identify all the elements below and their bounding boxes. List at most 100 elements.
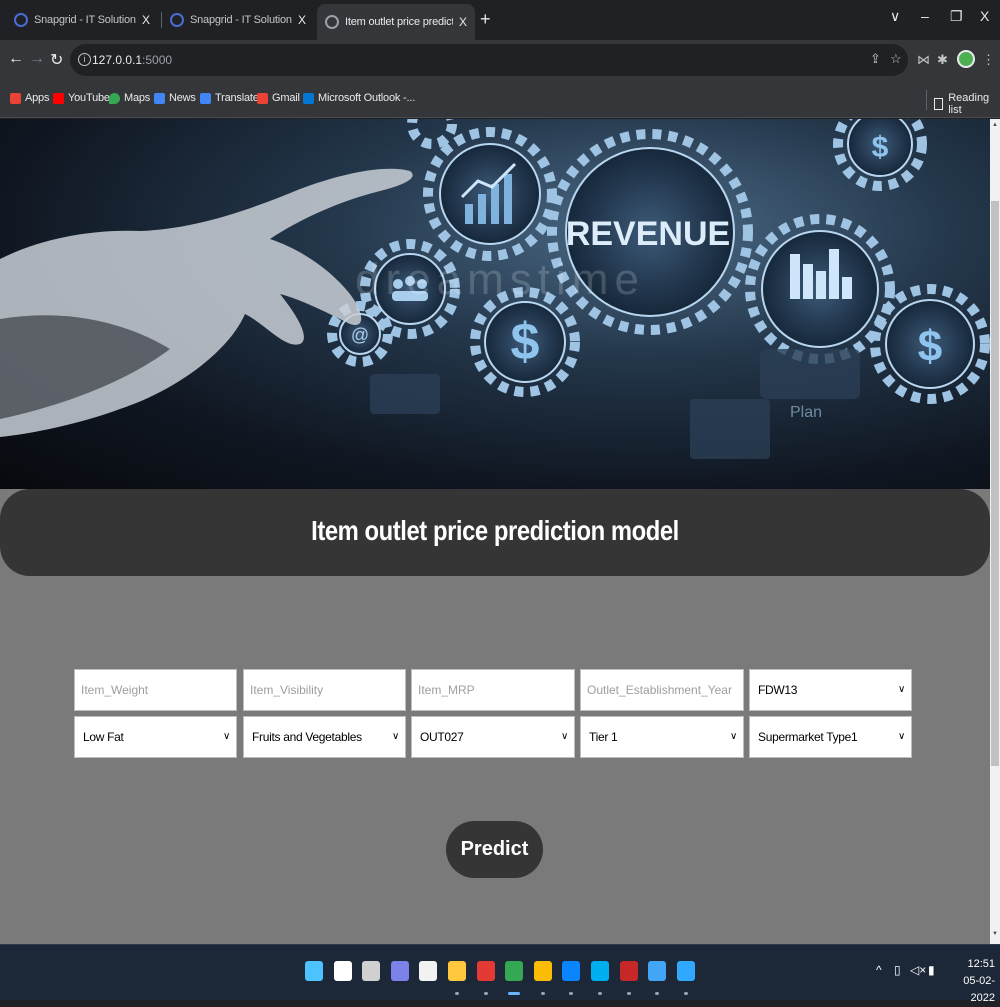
windows-start-icon[interactable] [305, 961, 323, 981]
svg-text:$: $ [918, 322, 942, 371]
file-explorer-icon[interactable] [448, 961, 466, 981]
select-value: Fruits and Vegetables [252, 730, 362, 744]
photoshop-icon[interactable] [677, 961, 695, 981]
reading-list-icon [934, 98, 944, 110]
store-icon[interactable] [419, 961, 437, 981]
extensions-puzzle-icon[interactable]: ✱ [937, 52, 948, 68]
item-mrp-field[interactable] [418, 670, 574, 710]
bookmark-star-icon[interactable]: ☆ [890, 51, 902, 67]
teams-chat-icon[interactable] [391, 961, 409, 981]
item-weight-input[interactable] [74, 669, 237, 711]
scroll-down-icon[interactable]: ▼ [992, 931, 998, 937]
search-icon[interactable] [334, 961, 352, 981]
revenue-label: REVENUE [566, 215, 730, 253]
tab-snapgrid-2[interactable]: Snapgrid - IT Solutions and Techno X [162, 6, 314, 34]
back-arrow-icon[interactable]: ← [8, 50, 24, 68]
volume-mute-icon[interactable]: ◁× [910, 963, 926, 977]
item-weight-field[interactable] [81, 670, 236, 710]
task-view-icon[interactable] [362, 961, 380, 981]
new-tab-button[interactable]: + [480, 9, 491, 30]
revenue-gears-illustration: $ $ $ @ REVENUE dreamstime Plan [0, 119, 990, 459]
item-visibility-field[interactable] [250, 670, 405, 710]
site-favicon-icon [170, 13, 184, 27]
restore-button[interactable]: ❐ [950, 8, 963, 25]
share-icon[interactable]: ⇪ [870, 51, 881, 67]
item-fat-content-select[interactable]: Low Fat ∨ [74, 716, 237, 758]
hero-banner-image: $ $ $ @ REVENUE dreamstime Plan [0, 119, 990, 489]
minimize-button[interactable]: – [921, 8, 929, 24]
chrome-icon[interactable] [505, 961, 523, 981]
running-indicator [598, 992, 602, 995]
scroll-thumb[interactable] [991, 201, 999, 766]
tab-title: Snapgrid - IT Solutions and Techno [190, 14, 292, 26]
profile-avatar[interactable] [957, 50, 975, 68]
item-visibility-input[interactable] [243, 669, 406, 711]
bookmark-outlook[interactable]: Microsoft Outlook -... [303, 92, 415, 104]
globe-app-icon[interactable] [648, 961, 666, 981]
url-text[interactable]: 127.0.0.1:5000 [92, 53, 172, 67]
outlook-icon [303, 92, 314, 104]
running-indicator [684, 992, 688, 995]
kcs-app-icon[interactable] [620, 961, 638, 981]
vscode-icon[interactable] [562, 961, 580, 981]
menu-kebab-icon[interactable]: ⋮ [982, 52, 995, 68]
chrome-alt-icon[interactable] [534, 961, 552, 981]
outlet-location-type-select[interactable]: Tier 1 ∨ [580, 716, 744, 758]
running-indicator [508, 992, 520, 995]
tab-search-icon[interactable]: ∨ [890, 8, 900, 25]
outlet-establishment-year-input[interactable] [580, 669, 744, 711]
tray-chevron-up-icon[interactable]: ^ [876, 963, 882, 977]
item-type-select[interactable]: Fruits and Vegetables ∨ [243, 716, 406, 758]
translate-icon [200, 92, 211, 104]
clock-time: 12:51 [967, 958, 995, 970]
tab-active-prediction[interactable]: Item outlet price prediction model X [317, 4, 475, 40]
running-indicator [569, 992, 573, 995]
tab-close-icon[interactable]: X [459, 15, 467, 29]
network-icon[interactable]: ▯ [894, 963, 901, 977]
bookmark-apps[interactable]: Apps [10, 92, 49, 104]
bookmark-youtube[interactable]: YouTube [53, 92, 110, 104]
battery-icon[interactable]: ▮ [928, 963, 935, 977]
system-clock[interactable]: 12:51 05-02-2022 [940, 956, 995, 1007]
chevron-down-icon: ∨ [897, 731, 905, 742]
wps-office-icon[interactable] [477, 961, 495, 981]
chevron-down-icon: ∨ [560, 731, 568, 742]
page-title: Item outlet price prediction model [311, 515, 679, 546]
bookmarks-bar: Apps YouTube Maps News Translate Gmail M… [0, 82, 1000, 118]
bookmark-gmail[interactable]: Gmail [257, 92, 300, 104]
bookmark-translate[interactable]: Translate [200, 92, 259, 104]
bookmark-news[interactable]: News [154, 92, 196, 104]
windows-taskbar: ^ ▯ ◁× ▮ 12:51 05-02-2022 [0, 944, 1000, 1004]
site-info-icon[interactable]: i [78, 53, 91, 66]
youtube-icon [53, 92, 64, 104]
tab-snapgrid-1[interactable]: Snapgrid - IT Solutions and Techno X [6, 6, 158, 34]
outlet-type-select[interactable]: Supermarket Type1 ∨ [749, 716, 912, 758]
tab-title: Snapgrid - IT Solutions and Techno [34, 14, 136, 26]
svg-text:$: $ [511, 313, 540, 371]
apps-grid-icon [10, 92, 21, 104]
close-window-button[interactable]: X [980, 8, 989, 24]
item-mrp-input[interactable] [411, 669, 575, 711]
performance-icon[interactable]: ⋈ [917, 52, 930, 68]
predict-button[interactable]: Predict [446, 821, 543, 878]
select-value: Supermarket Type1 [758, 730, 858, 744]
bookmark-maps[interactable]: Maps [109, 92, 150, 104]
scroll-up-icon[interactable]: ▲ [992, 122, 998, 128]
skype-icon[interactable] [591, 961, 609, 981]
chevron-down-icon: ∨ [729, 731, 737, 742]
item-identifier-select[interactable]: FDW13 ∨ [749, 669, 912, 711]
page-scrollbar[interactable]: ▲ ▼ [990, 119, 1000, 944]
forward-arrow-icon[interactable]: → [29, 50, 45, 68]
running-indicator [455, 992, 459, 995]
chevron-down-icon: ∨ [222, 731, 230, 742]
outlet-establishment-year-field[interactable] [587, 670, 743, 710]
running-indicator [541, 992, 545, 995]
watermark-text: dreamstime [355, 255, 645, 304]
reading-list-button[interactable]: Reading list [934, 92, 1000, 116]
running-indicator [627, 992, 631, 995]
outlet-identifier-select[interactable]: OUT027 ∨ [411, 716, 575, 758]
address-bar[interactable]: i 127.0.0.1:5000 ⇪ ☆ [70, 44, 908, 76]
tab-close-icon[interactable]: X [142, 13, 150, 27]
tab-close-icon[interactable]: X [298, 13, 306, 27]
reload-icon[interactable]: ↻ [50, 50, 63, 70]
